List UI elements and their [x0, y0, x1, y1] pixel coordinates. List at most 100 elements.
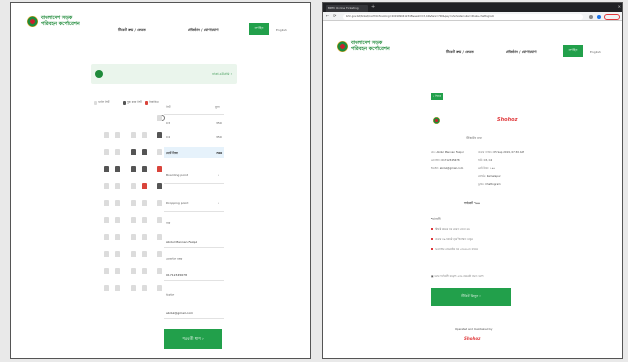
route-text: ঢাকা-চট্টগ্রাম › [212, 72, 232, 76]
seat[interactable] [104, 183, 109, 189]
reload-icon[interactable]: ⟳ [333, 13, 336, 18]
seat[interactable] [131, 183, 136, 189]
email-label: ইমেইল [166, 293, 175, 297]
seat[interactable] [104, 285, 109, 291]
seat[interactable] [157, 268, 162, 274]
seat[interactable] [115, 234, 120, 240]
seat[interactable] [142, 234, 147, 240]
seat[interactable] [142, 200, 147, 206]
seat[interactable] [104, 234, 109, 240]
seat[interactable] [157, 166, 162, 172]
seat[interactable] [131, 200, 136, 206]
terms-title: শর্তাবলী [431, 217, 441, 221]
seat[interactable] [115, 285, 120, 291]
bullet-icon [431, 228, 433, 230]
seat[interactable] [142, 251, 147, 257]
seat[interactable] [131, 251, 136, 257]
seat[interactable] [115, 149, 120, 155]
seat[interactable] [157, 183, 162, 189]
seat[interactable] [157, 251, 162, 257]
seat[interactable] [157, 217, 162, 223]
seat[interactable] [142, 149, 147, 155]
seat[interactable] [104, 166, 109, 172]
address-bar[interactable]: brtc.gov.bd/ticket/confirm?booking=20190… [343, 13, 583, 20]
selected-seat-1: C3 [166, 121, 171, 125]
seat[interactable] [131, 149, 136, 155]
seat[interactable] [115, 200, 120, 206]
seat[interactable] [131, 132, 136, 138]
seat[interactable] [131, 234, 136, 240]
phone-input[interactable]: 01712345678 [166, 273, 187, 277]
seat[interactable] [131, 268, 136, 274]
buy-ticket-button[interactable]: টিকিট কিনুন › [431, 288, 511, 306]
seat[interactable] [142, 183, 147, 189]
browser-badge[interactable] [604, 13, 620, 20]
seat[interactable] [157, 132, 162, 138]
language-link[interactable]: English [590, 50, 601, 54]
seat-selected-icon [145, 101, 148, 105]
close-window-icon[interactable]: ✕ [618, 4, 621, 9]
seat[interactable] [142, 166, 147, 172]
browser-toolbar: ← ⟳ brtc.gov.bd/ticket/confirm?booking=2… [323, 12, 622, 21]
seat[interactable] [104, 132, 109, 138]
seat[interactable] [115, 268, 120, 274]
seat[interactable] [131, 217, 136, 223]
seat[interactable] [157, 200, 162, 206]
seat[interactable] [157, 234, 162, 240]
next-step-button[interactable]: পরবর্তী ধাপ › [164, 329, 222, 349]
payment-confirmation-panel: BRTC Online Ticketing + ✕ ← ⟳ brtc.gov.b… [322, 2, 623, 359]
seat[interactable] [104, 149, 109, 155]
seat[interactable] [115, 166, 120, 172]
seat[interactable] [131, 285, 136, 291]
seat-booked-icon [123, 101, 126, 105]
seat[interactable] [104, 268, 109, 274]
agree-checkbox[interactable]: ▣ আমি শর্তাবলী পড়েছি এবং পেমেন্টে সম্মত… [431, 275, 484, 280]
back-button[interactable]: ‹ ফিরে [431, 93, 443, 100]
login-button[interactable]: লগইন [563, 45, 583, 57]
email-input[interactable]: abdul@gmail.com [166, 311, 193, 315]
seat[interactable] [157, 115, 162, 121]
info-line: অনলাইন পেমেন্টের পর এসএমএস পাবেন [431, 248, 478, 253]
browser-tab[interactable]: BRTC Online Ticketing [326, 5, 368, 12]
seat[interactable] [115, 251, 120, 257]
info-line: যাত্রার তারিখ: 05 Sep 2019, 07:30 AM [478, 151, 524, 154]
nav-organization[interactable]: প্রতিষ্ঠান / যোগাযোগ [506, 49, 537, 56]
seat[interactable] [115, 183, 120, 189]
seat[interactable] [142, 285, 147, 291]
chevron-down-icon: › [218, 201, 220, 205]
seat[interactable] [115, 132, 120, 138]
total-fare: 700 [216, 151, 223, 155]
seat[interactable] [142, 268, 147, 274]
profile-icon[interactable] [597, 14, 601, 19]
name-input[interactable]: Abdul Mannan Faiqul [166, 240, 197, 244]
new-tab-icon[interactable]: + [371, 4, 375, 10]
brtc-logo[interactable]: বাংলাদেশ সড়ক পরিবহন কর্পোরেশন [337, 40, 390, 52]
seat[interactable] [157, 285, 162, 291]
powered-by-logo: Shohoz [464, 336, 481, 341]
seat[interactable] [142, 217, 147, 223]
nav-ticket[interactable]: টিকেট ক্রয় / ফেরত [118, 27, 146, 34]
seat[interactable] [115, 217, 120, 223]
logo-line2: পরিবহন কর্পোরেশন [351, 46, 390, 52]
boarding-select[interactable]: Boarding point [166, 173, 188, 177]
dropping-select[interactable]: Dropping point [166, 201, 188, 205]
brtc-logo[interactable]: বাংলাদেশ সড়ক পরিবহন কর্পোরেশন [27, 15, 80, 27]
login-button[interactable]: লগইন [249, 23, 269, 35]
seat[interactable] [157, 149, 162, 155]
info-line: নাম: Abdul Mannan Faiqul [431, 151, 464, 154]
seat[interactable] [104, 200, 109, 206]
name-label: নাম [166, 221, 171, 225]
route-bar[interactable]: ঢাকা-চট্টগ্রাম › [91, 64, 237, 84]
extension-icon[interactable] [589, 14, 593, 19]
seat[interactable] [104, 217, 109, 223]
info-line: বোর্ডিং: Kamalapur [478, 175, 501, 178]
back-arrow-icon[interactable]: ← [326, 13, 329, 18]
language-link[interactable]: English [276, 28, 287, 32]
seat[interactable] [104, 251, 109, 257]
seat[interactable] [142, 132, 147, 138]
nav-ticket[interactable]: টিকেট ক্রয় / ফেরত [446, 49, 474, 56]
nav-organization[interactable]: প্রতিষ্ঠান / যোগাযোগ [188, 27, 219, 34]
brtc-emblem-icon [27, 15, 38, 27]
seat[interactable] [131, 166, 136, 172]
info-line: মোট টাকা: ৭০০ [478, 167, 495, 170]
